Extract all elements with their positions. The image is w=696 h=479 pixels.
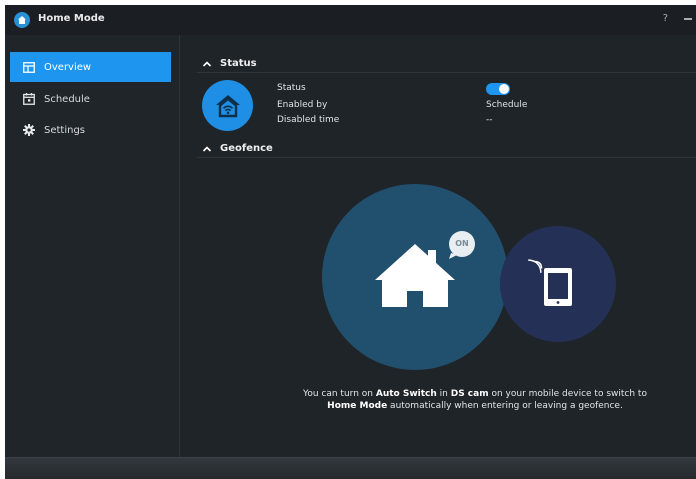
geofence-section-header[interactable]: Geofence: [197, 140, 696, 158]
sidebar: Overview Schedule Settings: [5, 35, 180, 457]
home-geofence-circle: [322, 184, 508, 370]
status-section-header[interactable]: Status: [197, 55, 696, 73]
sidebar-item-overview[interactable]: Overview: [10, 52, 171, 82]
home-status-icon: [202, 80, 253, 131]
window-title: Home Mode: [38, 13, 105, 24]
enabled-by-value: Schedule: [486, 100, 528, 110]
minimize-button[interactable]: [684, 18, 692, 20]
geofence-section-title: Geofence: [220, 143, 273, 154]
home-mode-app-icon: [14, 12, 30, 28]
message-text: automatically when entering or leaving a…: [387, 401, 623, 411]
footer-bar: [5, 457, 696, 479]
chevron-up-icon: [202, 60, 212, 67]
toggle-knob: [499, 84, 509, 94]
on-badge: ON: [447, 230, 477, 260]
home-mode-window: Home Mode ? Overview Schedule Settings S…: [5, 5, 696, 479]
overview-icon: [23, 61, 35, 73]
enabled-by-label: Enabled by: [277, 100, 328, 110]
status-section-title: Status: [220, 58, 257, 69]
help-button[interactable]: ?: [663, 13, 668, 24]
message-text: You can turn on: [303, 389, 376, 399]
message-text: in: [436, 389, 451, 399]
gear-icon: [23, 124, 35, 136]
status-toggle[interactable]: [486, 83, 510, 95]
sidebar-item-label: Overview: [44, 61, 92, 73]
calendar-icon: [23, 93, 35, 105]
status-label: Status: [277, 83, 306, 93]
disabled-time-label: Disabled time: [277, 115, 340, 125]
sidebar-item-schedule[interactable]: Schedule: [10, 84, 171, 114]
sidebar-item-label: Schedule: [44, 93, 90, 105]
message-auto-switch: Auto Switch: [375, 389, 437, 399]
message-home-mode: Home Mode: [327, 401, 388, 411]
chevron-up-icon: [202, 145, 212, 152]
device-geofence-circle: [500, 226, 616, 342]
sidebar-item-settings[interactable]: Settings: [10, 115, 171, 145]
sidebar-item-label: Settings: [44, 124, 86, 136]
tablet-icon: [528, 259, 572, 306]
house-icon: [375, 244, 455, 307]
main-content: Status Status Enabled by Schedule Disabl…: [181, 35, 696, 457]
geofence-message-line-2: Home Mode automatically when entering or…: [241, 400, 696, 412]
on-badge-label: ON: [455, 239, 469, 248]
disabled-time-value: --: [486, 115, 493, 125]
message-ds-cam: DS cam: [450, 389, 489, 399]
message-text: on your mobile device to switch to: [488, 389, 647, 399]
title-bar: Home Mode ?: [5, 5, 696, 35]
geofence-message-line-1: You can turn on Auto Switch in DS cam on…: [241, 388, 696, 400]
